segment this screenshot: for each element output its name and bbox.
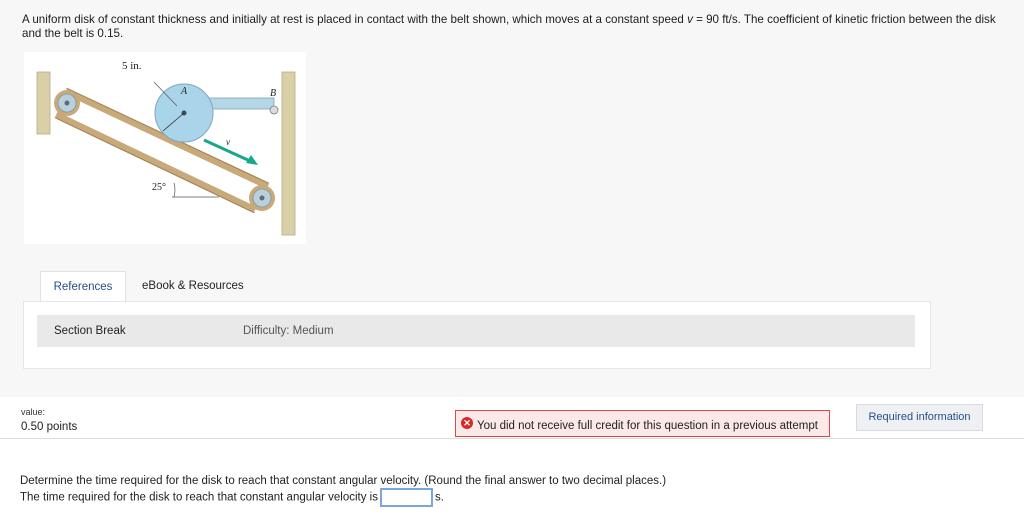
disk-label: A — [180, 86, 188, 97]
angle-label: 25° — [152, 182, 166, 193]
required-information-button[interactable]: Required information — [856, 404, 983, 431]
pivot-label: B — [270, 88, 276, 99]
problem-statement: A uniform disk of constant thickness and… — [22, 13, 996, 40]
answer-input[interactable] — [379, 488, 433, 507]
answer-prefix: The time required for the disk to reach … — [20, 491, 378, 504]
tab-references[interactable]: References — [40, 271, 126, 301]
velocity-label: v — [226, 137, 230, 147]
credit-alert: ✕ You did not receive full credit for th… — [455, 410, 830, 437]
problem-panel: A uniform disk of constant thickness and… — [0, 0, 1024, 397]
divider — [0, 438, 1024, 439]
right-pulley — [249, 185, 275, 211]
radius-label: 5 in. — [122, 60, 142, 72]
left-wall — [36, 71, 51, 135]
question-prompt: Determine the time required for the disk… — [20, 475, 667, 487]
left-pulley — [54, 90, 80, 116]
section-break-bar: Section Break Difficulty: Medium — [37, 315, 915, 347]
tab-ebook-resources[interactable]: eBook & Resources — [130, 271, 256, 301]
tab-panel: Section Break Difficulty: Medium — [23, 301, 931, 369]
points-value: 0.50 points — [21, 421, 78, 433]
answer-row: The time required for the disk to reach … — [20, 488, 444, 508]
problem-figure: 5 in. A B v 25° — [24, 52, 306, 244]
x-circle-icon: ✕ — [461, 417, 473, 429]
value-label: value: — [21, 407, 46, 417]
section-break-title: Section Break — [54, 325, 126, 337]
right-wall — [281, 71, 296, 236]
credit-alert-message: You did not receive full credit for this… — [477, 420, 818, 432]
difficulty-label: Difficulty: Medium — [243, 325, 334, 337]
answer-unit: s. — [434, 491, 444, 504]
